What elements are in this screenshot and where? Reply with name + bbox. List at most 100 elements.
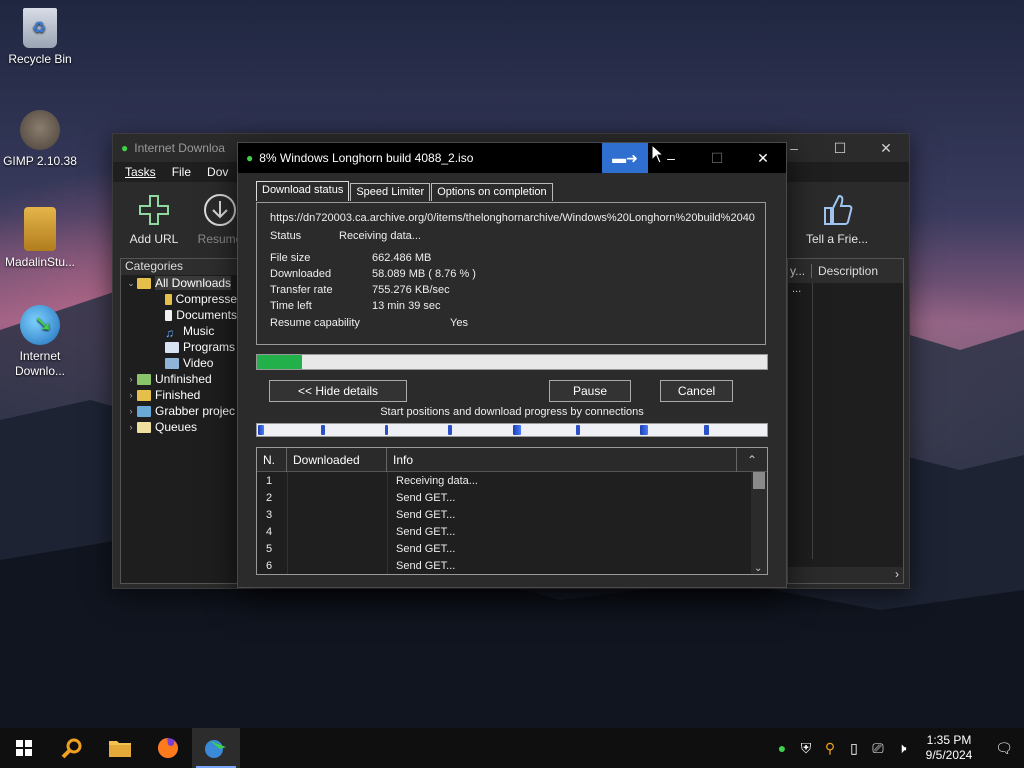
categories-panel: Categories ⌄ All Downloads Compresse Doc…	[120, 258, 238, 584]
main-maximize-button[interactable]: ☐	[817, 140, 863, 157]
tree-item-compressed[interactable]: Compresse	[121, 291, 237, 307]
scrollbar-thumb[interactable]	[753, 472, 765, 489]
table-row[interactable]: 1 Receiving data...	[257, 472, 767, 489]
expand-chevron-icon[interactable]: ›	[125, 390, 137, 400]
transfer-rate-label: Transfer rate	[270, 284, 333, 296]
desktop-icon-recycle-bin[interactable]: ♻ Recycle Bin	[0, 8, 80, 66]
tree-item-finished[interactable]: › Finished	[121, 387, 237, 403]
connections-label: Start positions and download progress by…	[380, 406, 644, 418]
recycle-bin-icon: ♻	[23, 8, 57, 48]
tree-item-grabber-projects[interactable]: › Grabber projec	[121, 403, 237, 419]
table-row[interactable]: 2 Send GET...	[257, 489, 767, 506]
queue-folder-icon	[137, 421, 151, 433]
gimp-icon	[20, 110, 60, 150]
taskbar-file-explorer[interactable]	[96, 728, 144, 768]
vertical-scrollbar[interactable]: ⌄	[751, 472, 767, 574]
categories-header: Categories	[121, 259, 237, 275]
tree-item-queues[interactable]: › Queues	[121, 419, 237, 435]
idm-globe-icon: ➘	[20, 305, 60, 345]
download-url: https://dn720003.ca.archive.org/0/items/…	[270, 212, 755, 224]
horizontal-scrollbar[interactable]: ›	[788, 567, 903, 583]
file-size-value: 662.486 MB	[372, 252, 432, 264]
tree-item-documents[interactable]: Documents	[121, 307, 237, 323]
list-item[interactable]: ...	[788, 283, 903, 299]
folder-open-icon	[137, 277, 151, 289]
tab-download-status[interactable]: Download status	[256, 181, 350, 201]
taskbar-firefox[interactable]	[144, 728, 192, 768]
tab-speed-limiter[interactable]: Speed Limiter	[350, 183, 431, 201]
collapse-chevron-icon[interactable]: ⌄	[125, 278, 137, 289]
tray-usb-icon[interactable]: ▯	[842, 728, 866, 768]
minimize-to-tray-icon: ▬➜	[612, 149, 638, 166]
idm-app-icon: ●	[121, 141, 129, 155]
dialog-title-bar[interactable]: ● 8% Windows Longhorn build 4088_2.iso ▬…	[238, 143, 786, 173]
expand-chevron-icon[interactable]: ›	[125, 374, 137, 384]
folder-icon	[137, 373, 151, 385]
archive-icon	[165, 293, 172, 305]
tree-item-music[interactable]: ♫ Music	[121, 323, 237, 339]
tray-search-icon[interactable]: ⚲	[818, 728, 842, 768]
tab-options-on-completion[interactable]: Options on completion	[431, 183, 553, 201]
desktop-icon-label: GIMP 2.10.38	[3, 154, 77, 168]
desktop-icon-gimp[interactable]: GIMP 2.10.38	[0, 110, 80, 168]
start-button[interactable]	[0, 728, 48, 768]
menu-downloads[interactable]: Dov	[207, 165, 228, 179]
document-icon	[165, 309, 173, 321]
program-window-icon	[165, 341, 179, 353]
resume-capability-value: Yes	[450, 317, 468, 329]
column-header-downloaded[interactable]: Downloaded	[287, 448, 387, 472]
desktop-icon-madalinstudio[interactable]: MadalinStu...	[0, 207, 80, 269]
column-header-partial[interactable]: y...	[788, 264, 812, 278]
tray-security-shield-icon[interactable]: ⛨	[794, 728, 818, 768]
tree-item-unfinished[interactable]: › Unfinished	[121, 371, 237, 387]
idm-app-icon: ●	[246, 151, 254, 165]
search-button[interactable]	[48, 728, 96, 768]
pause-button[interactable]: Pause	[549, 380, 631, 402]
dialog-title: 8% Windows Longhorn build 4088_2.iso	[259, 151, 474, 165]
column-divider	[387, 472, 388, 574]
tell-friend-button[interactable]: Tell a Frie...	[799, 192, 875, 246]
tray-idm-icon[interactable]: ●	[770, 728, 794, 768]
downloads-list-partial: y... Description ... ›	[787, 258, 904, 584]
dialog-close-button[interactable]: ✕	[740, 143, 786, 173]
cancel-button[interactable]: Cancel	[660, 380, 733, 402]
tree-item-video[interactable]: Video	[121, 355, 237, 371]
grabber-icon	[137, 405, 151, 417]
taskbar-idm[interactable]	[192, 728, 240, 768]
table-row[interactable]: 4 Send GET...	[257, 523, 767, 540]
main-close-button[interactable]: ✕	[863, 140, 909, 157]
tree-item-all-downloads[interactable]: ⌄ All Downloads	[121, 275, 237, 291]
table-row[interactable]: 3 Send GET...	[257, 506, 767, 523]
table-row[interactable]: 5 Send GET...	[257, 540, 767, 557]
hide-details-button[interactable]: << Hide details	[269, 380, 407, 402]
dialog-minimize-button[interactable]: ▬➜	[602, 143, 648, 173]
column-header-info[interactable]: Info	[387, 448, 737, 472]
windows-logo-icon	[16, 740, 32, 756]
taskbar-clock[interactable]: 1:35 PM 9/5/2024	[914, 733, 984, 763]
firefox-icon	[158, 738, 178, 758]
clock-time: 1:35 PM	[926, 733, 972, 747]
dialog-maximize-button[interactable]: ☐	[694, 143, 740, 173]
tray-volume-muted-icon[interactable]: 🕨	[890, 728, 914, 768]
notification-center-icon[interactable]: 🗨	[984, 728, 1024, 768]
status-label: Status	[270, 230, 302, 242]
column-header-number[interactable]: N.	[257, 448, 287, 472]
add-url-button[interactable]: Add URL	[121, 192, 187, 246]
resume-capability-label: Resume capability	[270, 317, 360, 329]
expand-chevron-icon[interactable]: ›	[125, 406, 137, 416]
tree-item-programs[interactable]: Programs	[121, 339, 237, 355]
menu-file[interactable]: File	[172, 165, 191, 179]
music-note-icon: ♫	[165, 325, 174, 340]
idm-globe-icon	[205, 740, 226, 758]
status-value: Receiving data...	[339, 230, 421, 242]
column-divider	[812, 283, 813, 559]
scroll-down-arrow-icon[interactable]: ⌄	[754, 563, 762, 574]
scroll-right-arrow-icon[interactable]: ›	[895, 567, 899, 581]
scroll-up-arrow-icon[interactable]: ⌃	[737, 448, 767, 472]
tray-network-icon[interactable]: ⎚	[866, 728, 890, 768]
desktop-icon-idm[interactable]: ➘ Internet Downlo...	[0, 305, 80, 379]
table-row[interactable]: 6 Send GET...	[257, 557, 767, 574]
column-header-description[interactable]: Description	[812, 264, 878, 278]
menu-tasks[interactable]: Tasks	[125, 165, 156, 179]
expand-chevron-icon[interactable]: ›	[125, 422, 137, 432]
